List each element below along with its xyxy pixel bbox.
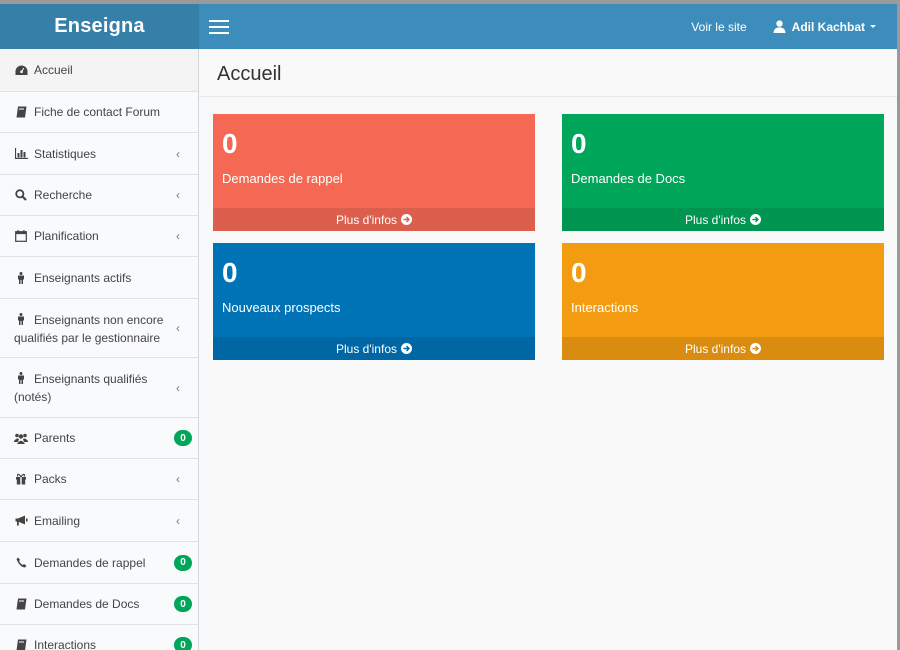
small-box-interactions: 0 Interactions Plus d'infos xyxy=(562,243,884,360)
more-info-link[interactable]: Plus d'infos xyxy=(562,208,884,231)
hamburger-icon xyxy=(209,19,229,34)
male-icon xyxy=(14,372,28,384)
chevron-left-icon: ‹ xyxy=(176,321,180,335)
sidebar-toggle-button[interactable] xyxy=(199,4,239,49)
sidebar-item-label: Enseignants non encore qualifiés par le … xyxy=(14,313,164,345)
search-icon xyxy=(14,189,28,201)
count-badge: 0 xyxy=(174,637,192,650)
gift-icon xyxy=(14,473,28,485)
more-info-label: Plus d'infos xyxy=(336,341,397,356)
sidebar-item-label: Parents xyxy=(34,431,76,445)
book-icon xyxy=(14,639,28,650)
male-icon xyxy=(14,271,28,284)
sidebar-item-enseignants-non-qualifies[interactable]: Enseignants non encore qualifiés par le … xyxy=(0,299,198,358)
box-label: Demandes de Docs xyxy=(571,171,686,186)
more-info-link[interactable]: Plus d'infos xyxy=(213,337,535,360)
sidebar-item-interactions[interactable]: Interactions 0 xyxy=(0,625,198,650)
book-icon xyxy=(14,598,28,610)
sidebar-item-recherche[interactable]: Recherche ‹ xyxy=(0,175,198,216)
sidebar-item-demandes-docs[interactable]: Demandes de Docs 0 xyxy=(0,584,198,625)
small-box-demandes-rappel: 0 Demandes de rappel Plus d'infos xyxy=(213,114,535,231)
app-logo[interactable]: Enseigna xyxy=(0,4,199,49)
content-wrapper: Accueil 0 Demandes de rappel Plus d'info… xyxy=(199,49,897,650)
sidebar-item-enseignants-actifs[interactable]: Enseignants actifs xyxy=(0,257,198,299)
bullhorn-icon xyxy=(14,515,28,526)
sidebar-item-planification[interactable]: Planification ‹ xyxy=(0,216,198,257)
bar-chart-icon xyxy=(14,148,28,159)
male-icon xyxy=(14,313,28,325)
chevron-left-icon: ‹ xyxy=(176,229,180,243)
box-value: 0 xyxy=(222,128,238,159)
small-box-nouveaux-prospects: 0 Nouveaux prospects Plus d'infos xyxy=(213,243,535,360)
chevron-left-icon: ‹ xyxy=(176,513,180,528)
sidebar-item-label: Demandes de Docs xyxy=(34,597,140,611)
user-menu[interactable]: Adil Kachbat xyxy=(773,20,876,34)
arrow-circle-right-icon xyxy=(750,343,761,354)
chevron-left-icon: ‹ xyxy=(176,188,180,202)
chevron-left-icon: ‹ xyxy=(176,146,180,161)
sidebar-item-demandes-rappel[interactable]: Demandes de rappel 0 xyxy=(0,542,198,584)
user-icon xyxy=(773,20,786,33)
box-value: 0 xyxy=(571,257,587,288)
sidebar-item-label: Recherche xyxy=(34,188,93,202)
top-navbar: Voir le site Adil Kachbat xyxy=(199,4,900,49)
sidebar-item-accueil[interactable]: Accueil xyxy=(0,49,198,92)
arrow-circle-right-icon xyxy=(401,343,412,354)
box-label: Demandes de rappel xyxy=(222,171,343,186)
user-name: Adil Kachbat xyxy=(791,19,865,34)
book-icon xyxy=(14,106,28,118)
sidebar-item-label: Emailing xyxy=(34,513,81,528)
sidebar-item-packs[interactable]: Packs ‹ xyxy=(0,459,198,500)
sidebar-item-label: Statistiques xyxy=(34,146,97,161)
main-header: Enseigna Voir le site Adil Kachbat xyxy=(0,4,900,49)
box-label: Nouveaux prospects xyxy=(222,300,341,315)
box-value: 0 xyxy=(222,257,238,288)
more-info-label: Plus d'infos xyxy=(685,212,746,227)
users-icon xyxy=(14,433,28,444)
more-info-label: Plus d'infos xyxy=(336,212,397,227)
small-box-demandes-docs: 0 Demandes de Docs Plus d'infos xyxy=(562,114,884,231)
sidebar-item-fiche-contact[interactable]: Fiche de contact Forum xyxy=(0,92,198,133)
sidebar-item-enseignants-qualifies[interactable]: Enseignants qualifiés (notés) ‹ xyxy=(0,358,198,418)
chevron-left-icon: ‹ xyxy=(176,380,180,395)
phone-icon xyxy=(14,557,28,568)
sidebar-item-label: Enseignants actifs xyxy=(34,270,132,285)
page-title: Accueil xyxy=(217,63,282,85)
sidebar-item-label: Fiche de contact Forum xyxy=(34,105,161,119)
sidebar-item-label: Planification xyxy=(34,229,99,243)
calendar-icon xyxy=(14,230,28,242)
content-header: Accueil xyxy=(199,49,897,97)
more-info-link[interactable]: Plus d'infos xyxy=(213,208,535,231)
more-info-label: Plus d'infos xyxy=(685,341,746,356)
arrow-circle-right-icon xyxy=(401,214,412,225)
caret-down-icon xyxy=(870,25,876,28)
count-badge: 0 xyxy=(174,554,192,571)
sidebar-item-label: Accueil xyxy=(34,63,73,77)
sidebar-item-statistiques[interactable]: Statistiques ‹ xyxy=(0,133,198,175)
sidebar-item-label: Packs xyxy=(34,472,67,486)
arrow-circle-right-icon xyxy=(750,214,761,225)
sidebar: Accueil Fiche de contact Forum Statistiq… xyxy=(0,49,199,650)
box-value: 0 xyxy=(571,128,587,159)
sidebar-item-emailing[interactable]: Emailing ‹ xyxy=(0,500,198,542)
sidebar-item-label: Enseignants qualifiés (notés) xyxy=(14,372,148,404)
more-info-link[interactable]: Plus d'infos xyxy=(562,337,884,360)
sidebar-item-label: Demandes de rappel xyxy=(34,555,146,570)
count-badge: 0 xyxy=(174,430,192,446)
box-label: Interactions xyxy=(571,300,639,315)
sidebar-item-label: Interactions xyxy=(34,638,97,650)
view-site-link[interactable]: Voir le site xyxy=(691,20,746,34)
sidebar-item-parents[interactable]: Parents 0 xyxy=(0,418,198,459)
count-badge: 0 xyxy=(174,596,192,612)
chevron-left-icon: ‹ xyxy=(176,472,180,486)
dashboard-icon xyxy=(14,65,28,76)
